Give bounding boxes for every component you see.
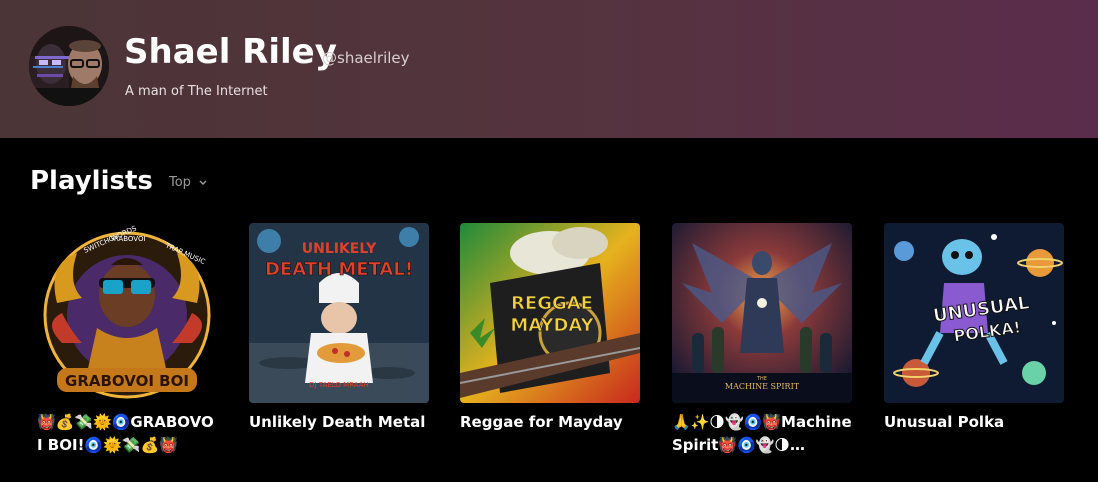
- cover-title-text-2: DEATH METAL!: [265, 259, 413, 280]
- cover-art-grabovoi: GRABOVOI BOI SWITCH WORDS GRABOVOI TRAP …: [37, 223, 217, 403]
- cover-title-text-1: UNLIKELY: [302, 241, 377, 257]
- playlist-card[interactable]: UNLIKELY DEATH METAL! DJ TAELO MRAAH Unl…: [249, 223, 429, 434]
- cover-title-text: MACHINE SPIRIT: [725, 382, 800, 391]
- cover-title-text: GRABOVOI BOI: [65, 372, 189, 390]
- cover-art-unusual-polka: UNUSUAL POLKA!: [884, 223, 1064, 403]
- cover-art-death-metal: UNLIKELY DEATH METAL! DJ TAELO MRAAH: [249, 223, 429, 403]
- profile-name: Shael Riley: [124, 32, 337, 72]
- cover-subtext: DJ TAELO MRAAH: [309, 381, 369, 389]
- playlist-title[interactable]: Unlikely Death Metal: [249, 411, 429, 434]
- cover-title-text-1: REGGAE: [511, 293, 593, 314]
- playlist-card[interactable]: THE MACHINE SPIRIT 🙏✨🌗👻🧿👹Machine Spirit👹…: [672, 223, 852, 457]
- cover-art-reggae: REGGAE MAYDAY: [460, 223, 640, 403]
- playlist-cover[interactable]: UNLIKELY DEATH METAL! DJ TAELO MRAAH: [249, 223, 429, 403]
- playlist-cover[interactable]: GRABOVOI BOI SWITCH WORDS GRABOVOI TRAP …: [37, 223, 217, 403]
- playlist-title[interactable]: Unusual Polka: [884, 411, 1064, 434]
- playlist-title[interactable]: Reggae for Mayday: [460, 411, 640, 434]
- cover-title-text-2: MAYDAY: [510, 315, 594, 336]
- avatar-image: [29, 26, 109, 106]
- chevron-down-icon: [199, 180, 207, 185]
- playlist-cover[interactable]: THE MACHINE SPIRIT: [672, 223, 852, 403]
- section-title: Playlists: [30, 166, 153, 196]
- playlist-card[interactable]: GRABOVOI BOI SWITCH WORDS GRABOVOI TRAP …: [37, 223, 217, 457]
- playlist-card[interactable]: UNUSUAL POLKA! Unusual Polka: [884, 223, 1064, 434]
- avatar[interactable]: [29, 26, 109, 106]
- profile-handle: @shaelriley: [322, 49, 410, 67]
- sort-dropdown[interactable]: Top: [169, 175, 207, 190]
- profile-bio: A man of The Internet: [125, 84, 268, 99]
- cover-art-machine-spirit: THE MACHINE SPIRIT: [672, 223, 852, 403]
- cover-arc-text-2: GRABOVOI: [108, 235, 145, 243]
- profile-header: Shael Riley @shaelriley A man of The Int…: [0, 0, 1098, 138]
- playlist-cover[interactable]: UNUSUAL POLKA!: [884, 223, 1064, 403]
- playlist-title[interactable]: 🙏✨🌗👻🧿👹Machine Spirit👹🧿👻🌗…: [672, 411, 852, 457]
- sort-selected-label: Top: [169, 175, 191, 190]
- playlist-title[interactable]: 👹💰💸🌞🧿GRABOVOI BOI!🧿🌞💸💰👹: [37, 411, 217, 457]
- playlist-cover[interactable]: REGGAE MAYDAY: [460, 223, 640, 403]
- playlist-card[interactable]: REGGAE MAYDAY Reggae for Mayday: [460, 223, 640, 434]
